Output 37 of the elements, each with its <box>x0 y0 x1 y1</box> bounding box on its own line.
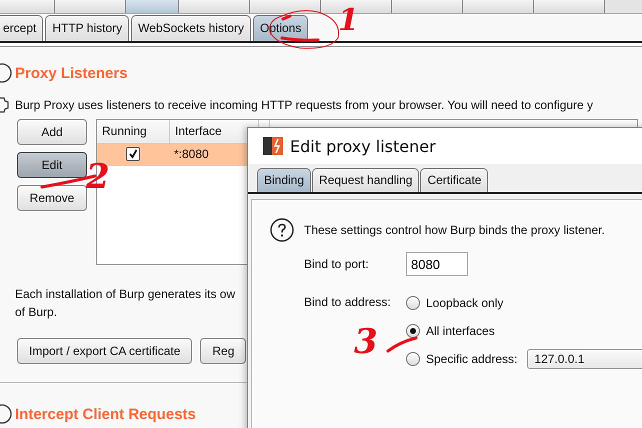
radio-button[interactable] <box>406 352 420 366</box>
tab[interactable]: ercept <box>0 15 44 41</box>
description-text: of Burp. <box>15 304 58 321</box>
radio-button[interactable] <box>406 296 420 310</box>
annotation-number: 3 <box>354 325 378 359</box>
section-heading: Proxy Listeners <box>15 64 128 82</box>
radio-label[interactable]: All interfaces <box>426 324 495 338</box>
table-cell-text: *:8080 <box>173 146 210 163</box>
tab[interactable]: HTTP history <box>45 15 130 41</box>
tab[interactable]: Certificate <box>420 168 488 192</box>
address-dropdown[interactable]: 127.0.0.1 <box>527 349 642 369</box>
annotation-number: 2 <box>86 160 110 194</box>
listener-button[interactable]: Add <box>17 119 87 145</box>
certificate-button[interactable]: Reg <box>200 338 246 364</box>
tab[interactable]: Request handling <box>312 168 420 192</box>
module-tab[interactable] <box>250 0 321 13</box>
tab[interactable]: WebSockets history <box>131 15 251 41</box>
certificate-button[interactable]: Import / export CA certificate <box>17 338 192 364</box>
listener-button[interactable]: Remove <box>17 185 87 211</box>
field-label: Bind to port: <box>304 257 370 271</box>
field-label: Bind to address: <box>304 294 392 309</box>
column-header[interactable]: Running <box>97 120 170 143</box>
listener-button[interactable]: Edit <box>17 152 87 178</box>
checkbox[interactable] <box>126 147 140 161</box>
annotation-underline <box>386 336 418 352</box>
description-text: Burp Proxy uses listeners to receive incoming HTTP requests from your browser. You will need to configure y <box>15 98 594 112</box>
description-text: Each installation of Burp generates its ow <box>15 286 236 303</box>
radio-button[interactable] <box>406 324 420 338</box>
annotation-number: 1 <box>338 6 359 36</box>
app-logo-icon <box>262 135 284 157</box>
radio-label[interactable]: Specific address: <box>426 352 518 366</box>
dialog-title: Edit proxy listener <box>290 136 436 156</box>
radio-label[interactable]: Loopback only <box>426 296 504 310</box>
port-field[interactable]: 8080 <box>406 252 468 276</box>
tab[interactable]: Binding <box>257 168 312 192</box>
section-heading: Intercept Client Requests <box>15 406 196 422</box>
help-text: These settings control how Burp binds the proxy listener. <box>304 223 605 237</box>
